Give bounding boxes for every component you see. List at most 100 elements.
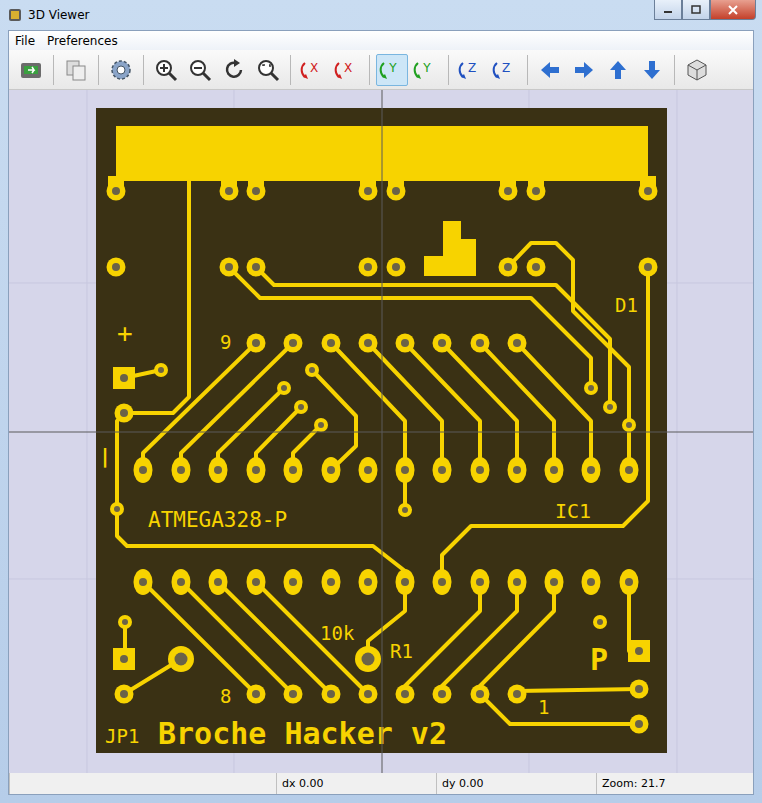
ic-pad: [322, 569, 341, 595]
pad: [433, 334, 452, 353]
axis-lines: [9, 90, 753, 773]
maximize-button[interactable]: [682, 0, 710, 20]
menu-item[interactable]: File: [9, 34, 41, 48]
ic-pad: [396, 569, 415, 595]
ic-pad: [172, 457, 191, 483]
pad: [247, 334, 266, 353]
ic-pad: [471, 457, 490, 483]
ic-pad: [359, 457, 378, 483]
pad: [284, 334, 303, 353]
menu-item[interactable]: Preferences: [41, 34, 124, 48]
ic-pad: [545, 457, 564, 483]
svg-text:X: X: [344, 61, 352, 75]
window-title: 3D Viewer: [28, 8, 89, 22]
toolbar-button[interactable]: [568, 54, 600, 86]
p-label: P: [590, 642, 608, 677]
ic1-label: IC1: [555, 499, 591, 523]
pad: [359, 334, 378, 353]
toolbar-button[interactable]: [15, 54, 47, 86]
chip-label: ATMEGA328-P: [148, 508, 287, 532]
rot-x-pos-icon: X: [334, 57, 360, 83]
toolbar-button[interactable]: [184, 54, 216, 86]
toolbar-button[interactable]: [150, 54, 182, 86]
close-button[interactable]: [710, 0, 756, 20]
toolbar-separator: [369, 55, 370, 85]
pad: [396, 334, 415, 353]
ic-pad: [247, 457, 266, 483]
ic-pad: [247, 569, 266, 595]
board-title: Broche Hacker v2: [158, 716, 447, 751]
pad: [247, 182, 266, 201]
pad: [355, 646, 381, 672]
via: [593, 615, 607, 629]
toolbar-button[interactable]: Z: [489, 54, 521, 86]
menu-bar: FilePreferences: [9, 31, 753, 50]
via: [294, 400, 308, 414]
jp1-label: JP1: [105, 725, 139, 747]
rot-z-pos-icon: Z: [492, 57, 518, 83]
toolbar-separator: [674, 55, 675, 85]
toolbar-separator: [98, 55, 99, 85]
toolbar-button[interactable]: [252, 54, 284, 86]
maximize-icon: [690, 5, 702, 15]
pin8-label: 8: [220, 685, 231, 707]
ic-pad: [620, 457, 639, 483]
pad: [508, 685, 527, 704]
pad: [499, 182, 518, 201]
title-bar: 3D Viewer: [8, 0, 754, 30]
toolbar-button[interactable]: Y: [376, 54, 408, 86]
up-icon: [605, 57, 631, 83]
resistor-value-label: 10k: [320, 622, 355, 644]
pad: [322, 685, 341, 704]
via: [584, 381, 598, 395]
square-pad: [628, 640, 650, 662]
pad: [630, 680, 649, 699]
status-field: dx 0.00: [276, 773, 436, 794]
toolbar-button[interactable]: X: [297, 54, 329, 86]
copy-icon: [63, 57, 89, 83]
toolbar-button[interactable]: [681, 54, 713, 86]
rot-x-neg-icon: X: [300, 57, 326, 83]
pad: [527, 258, 546, 277]
toolbar-button[interactable]: [602, 54, 634, 86]
toolbar-button[interactable]: [534, 54, 566, 86]
left-icon: [537, 57, 563, 83]
rot-z-neg-icon: Z: [458, 57, 484, 83]
via: [305, 363, 319, 377]
toolbar-button[interactable]: Y: [410, 54, 442, 86]
via: [118, 615, 132, 629]
pad: [168, 646, 194, 672]
pad: [359, 685, 378, 704]
ic-pad: [508, 457, 527, 483]
window: 3D ViewerFilePreferencesXXYYZZ+|9D1ATMEG…: [0, 0, 762, 803]
toolbar-button[interactable]: [636, 54, 668, 86]
pad: [508, 334, 527, 353]
app-icon: [8, 8, 22, 22]
ic-pad: [582, 569, 601, 595]
svg-text:Y: Y: [422, 61, 431, 75]
plus-label: +: [117, 318, 133, 348]
toolbar-button[interactable]: X: [331, 54, 363, 86]
minimize-button[interactable]: [654, 0, 682, 20]
toolbar-separator: [53, 55, 54, 85]
svg-text:X: X: [310, 61, 318, 75]
via: [603, 400, 617, 414]
ic-pad: [284, 569, 303, 595]
toolbar-button[interactable]: [60, 54, 92, 86]
3d-canvas[interactable]: +|9D1ATMEGA328-PIC110kR1P81JP1Broche Hac…: [9, 90, 753, 773]
pad: [639, 258, 658, 277]
ic-pad: [545, 569, 564, 595]
pad: [115, 404, 134, 423]
pad: [471, 334, 490, 353]
redraw-icon: [221, 57, 247, 83]
ic-pad: [134, 457, 153, 483]
ic-pad: [209, 457, 228, 483]
toolbar-button[interactable]: [218, 54, 250, 86]
toolbar-button[interactable]: Z: [455, 54, 487, 86]
pad: [396, 685, 415, 704]
status-field: [9, 773, 276, 794]
pad: [527, 182, 546, 201]
ic-pad: [284, 457, 303, 483]
toolbar-button[interactable]: [105, 54, 137, 86]
ic-pad: [209, 569, 228, 595]
